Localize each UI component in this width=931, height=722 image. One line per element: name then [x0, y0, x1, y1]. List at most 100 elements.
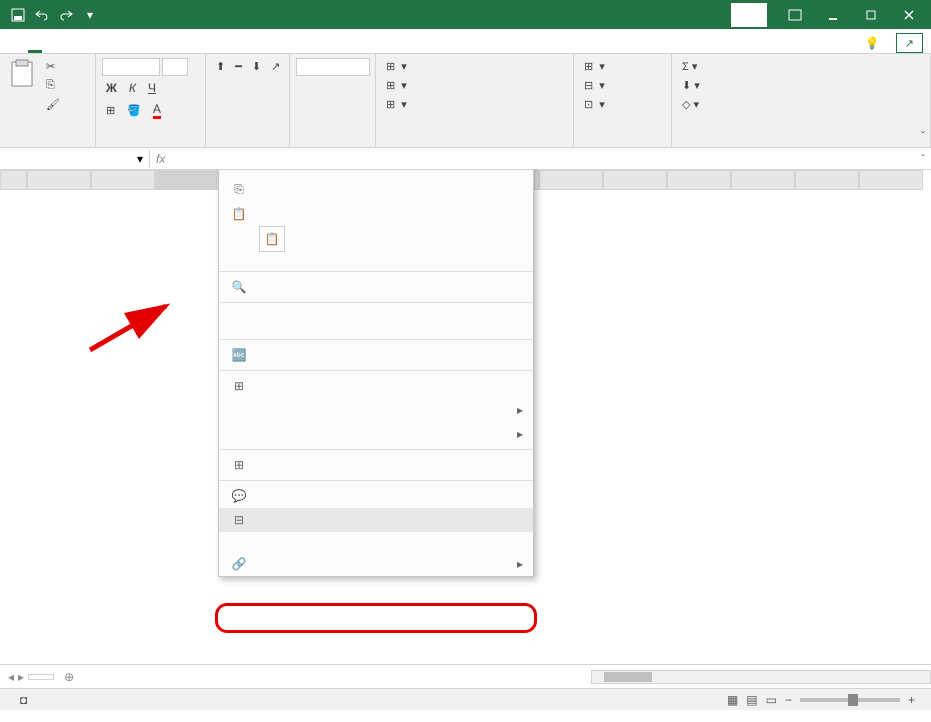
tab-view[interactable] [148, 47, 162, 53]
cm-smart-lookup[interactable]: 🔍 [219, 275, 533, 299]
tab-help[interactable] [188, 47, 202, 53]
cm-link[interactable]: 🔗▸ [219, 552, 533, 576]
tab-file[interactable] [8, 47, 22, 53]
cm-insert[interactable] [219, 306, 533, 316]
tab-formulas[interactable] [88, 47, 102, 53]
zoom-out-icon[interactable]: − [785, 693, 792, 707]
cm-cut[interactable]: ✂ [219, 170, 533, 177]
tab-review[interactable] [128, 47, 142, 53]
col-header[interactable] [539, 170, 603, 190]
format-as-table-button[interactable]: ⊞ ▾ [382, 77, 567, 94]
select-all-corner[interactable] [0, 170, 27, 190]
fx-icon[interactable]: fx [156, 152, 165, 166]
cm-copy[interactable]: ⎘ [219, 177, 533, 202]
cm-delete[interactable] [219, 316, 533, 326]
tell-me-icon[interactable]: 💡 [865, 36, 880, 50]
paste-option-icon[interactable]: 📋 [259, 226, 285, 252]
col-header[interactable] [795, 170, 859, 190]
undo-icon[interactable] [32, 5, 52, 25]
formula-bar-row: ▾ fx ˇ [0, 148, 931, 170]
cm-clear[interactable] [219, 326, 533, 336]
conditional-format-button[interactable]: ⊞ ▾ [382, 58, 567, 75]
align-top-icon[interactable]: ⬆ [212, 58, 229, 75]
formula-expand-icon[interactable]: ˇ [921, 152, 925, 166]
title-bar: ▾ [0, 0, 931, 29]
sheet-nav-prev-icon[interactable]: ◂ [8, 670, 14, 684]
tab-insert[interactable] [48, 47, 62, 53]
copy-icon[interactable]: ⎘ [42, 77, 64, 94]
fill-color-icon[interactable]: 🪣 [123, 100, 145, 121]
redo-icon[interactable] [56, 5, 76, 25]
clear-icon[interactable]: ◇ ▾ [678, 96, 924, 113]
save-icon[interactable] [8, 5, 28, 25]
orientation-icon[interactable]: ↗ [267, 58, 284, 75]
zoom-slider[interactable] [800, 698, 900, 702]
minimize-icon[interactable] [815, 3, 851, 27]
paste-icon[interactable] [6, 58, 38, 90]
cell-styles-button[interactable]: ⊞ ▾ [382, 96, 567, 113]
tab-home[interactable] [28, 44, 42, 53]
italic-button[interactable]: К [125, 79, 140, 97]
col-header[interactable] [731, 170, 795, 190]
bold-button[interactable]: Ж [102, 79, 121, 97]
font-name[interactable] [102, 58, 160, 76]
zoom-in-icon[interactable]: + [908, 693, 915, 707]
new-sheet-icon[interactable]: ⊕ [58, 670, 80, 684]
col-header[interactable] [155, 170, 219, 190]
font-color-icon[interactable]: A [149, 100, 165, 121]
tab-developer[interactable] [168, 47, 182, 53]
share-button[interactable]: ↗ [896, 33, 923, 53]
tab-data[interactable] [108, 47, 122, 53]
cm-define-name[interactable] [219, 542, 533, 552]
format-cells-icon: ⊟ [229, 513, 249, 527]
fill-icon[interactable]: ⬇ ▾ [678, 77, 924, 94]
format-painter-icon[interactable]: 🖌 [42, 96, 64, 113]
macro-record-icon[interactable]: ◘ [20, 693, 27, 707]
cm-insert-comment[interactable]: 💬 [219, 484, 533, 508]
col-header[interactable] [91, 170, 155, 190]
insert-cells-button[interactable]: ⊞ ▾ [580, 58, 665, 75]
align-middle-icon[interactable]: ━ [231, 58, 246, 75]
annotation-highlight [215, 603, 537, 633]
cm-filter[interactable]: ▸ [219, 398, 533, 422]
view-pagelayout-icon[interactable]: ▤ [746, 693, 757, 707]
col-header[interactable] [27, 170, 91, 190]
border-icon[interactable]: ⊞ [102, 100, 119, 121]
col-header[interactable] [667, 170, 731, 190]
qat-dropdown-icon[interactable]: ▾ [80, 5, 100, 25]
close-icon[interactable] [891, 3, 927, 27]
name-box[interactable]: ▾ [0, 150, 150, 168]
ribbon-display-icon[interactable] [777, 3, 813, 27]
horizontal-scrollbar[interactable] [591, 670, 931, 684]
cut-icon[interactable]: ✂ [42, 58, 64, 75]
align-bottom-icon[interactable]: ⬇ [248, 58, 265, 75]
autosum-icon[interactable]: Σ ▾ [678, 58, 924, 75]
login-button[interactable] [731, 3, 767, 27]
cm-paste-special[interactable] [219, 258, 533, 268]
col-header[interactable] [603, 170, 667, 190]
sheet-nav-next-icon[interactable]: ▸ [18, 670, 24, 684]
collapse-ribbon-icon[interactable]: ˇ [921, 129, 925, 143]
delete-cells-button[interactable]: ⊟ ▾ [580, 77, 665, 94]
cm-get-data[interactable]: ⊞ [219, 453, 533, 477]
cm-translate[interactable]: 🔤 [219, 343, 533, 367]
scissors-icon: ✂ [229, 170, 249, 172]
tab-layout[interactable] [68, 47, 82, 53]
format-cells-button[interactable]: ⊡ ▾ [580, 96, 665, 113]
cm-paste-options-header: 📋 [219, 202, 533, 226]
underline-button[interactable]: Ч [144, 79, 160, 97]
number-format[interactable] [296, 58, 370, 76]
cm-format-cells[interactable]: ⊟ [219, 508, 533, 532]
context-menu: ✂ ⎘ 📋 📋 🔍 🔤 ⊞ ▸ ▸ ⊞ 💬 ⊟ 🔗▸ [218, 170, 534, 577]
cm-quick-analysis: ⊞ [219, 374, 533, 398]
cm-pick-from-list[interactable] [219, 532, 533, 542]
view-pagebreak-icon[interactable]: ▭ [766, 693, 777, 707]
view-normal-icon[interactable]: ▦ [727, 693, 738, 707]
cm-sort[interactable]: ▸ [219, 422, 533, 446]
font-size[interactable] [162, 58, 188, 76]
sheet-tab[interactable] [28, 674, 54, 680]
maximize-icon[interactable] [853, 3, 889, 27]
col-header[interactable] [859, 170, 923, 190]
link-icon: 🔗 [229, 557, 249, 571]
search-icon: 🔍 [229, 280, 249, 294]
